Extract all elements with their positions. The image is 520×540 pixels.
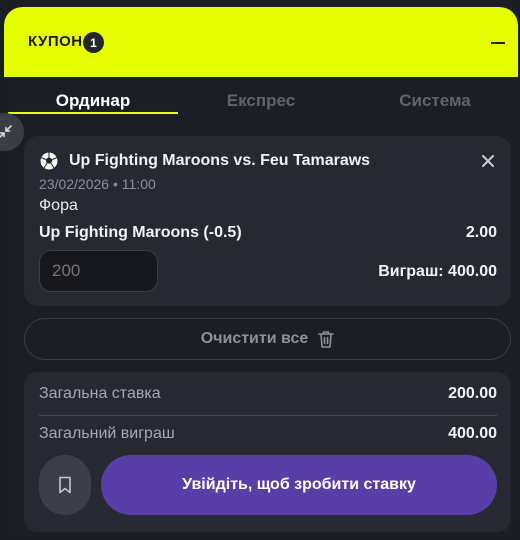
tab-single[interactable]: Ординар xyxy=(8,91,178,111)
save-bet-button[interactable] xyxy=(39,455,91,515)
total-win-label: Загальний виграш xyxy=(39,425,175,442)
login-to-bet-button[interactable]: Увійдіть, щоб зробити ставку xyxy=(101,455,497,515)
bet-card: Up Fighting Maroons vs. Feu Tamaraws 23/… xyxy=(24,136,511,306)
tab-system[interactable]: Система xyxy=(350,91,518,111)
odds-value: 2.00 xyxy=(465,224,497,241)
trash-icon xyxy=(318,331,335,348)
clear-all-button[interactable]: Очистити все xyxy=(24,318,511,360)
close-icon[interactable] xyxy=(477,150,499,172)
total-stake-value: 200.00 xyxy=(448,385,497,402)
event-name: Up Fighting Maroons vs. Feu Tamaraws xyxy=(69,152,371,169)
stake-input[interactable] xyxy=(39,250,158,292)
summary-divider xyxy=(39,415,497,416)
market-name: Фора xyxy=(39,197,78,214)
total-win-value: 400.00 xyxy=(448,425,497,442)
event-date: 23/02/2026 xyxy=(39,176,110,192)
total-stake-label: Загальна ставка xyxy=(39,385,161,402)
bookmark-icon xyxy=(59,476,71,494)
bet-summary: Загальна ставка 200.00 Загальний виграш … xyxy=(24,372,511,532)
tab-accumulator[interactable]: Експрес xyxy=(176,91,346,111)
betslip-header: КУПОН 1 xyxy=(4,7,518,77)
event-datetime: 23/02/2026 • 11:00 xyxy=(39,176,156,192)
clear-all-label: Очистити все xyxy=(200,330,309,347)
betslip-title: КУПОН xyxy=(28,33,83,50)
minus-icon[interactable] xyxy=(484,29,512,57)
bet-count-badge: 1 xyxy=(83,32,104,53)
selection-name: Up Fighting Maroons (-0.5) xyxy=(39,224,242,241)
betslip-panel: КУПОН 1 Ординар Експрес Система Up Fight… xyxy=(4,7,518,537)
bet-type-tabs: Ординар Експрес Система xyxy=(4,77,518,121)
potential-win: Виграш: 400.00 xyxy=(378,263,497,280)
soccer-ball-icon xyxy=(39,151,59,171)
active-tab-indicator xyxy=(8,112,178,114)
event-time: 11:00 xyxy=(121,176,156,192)
